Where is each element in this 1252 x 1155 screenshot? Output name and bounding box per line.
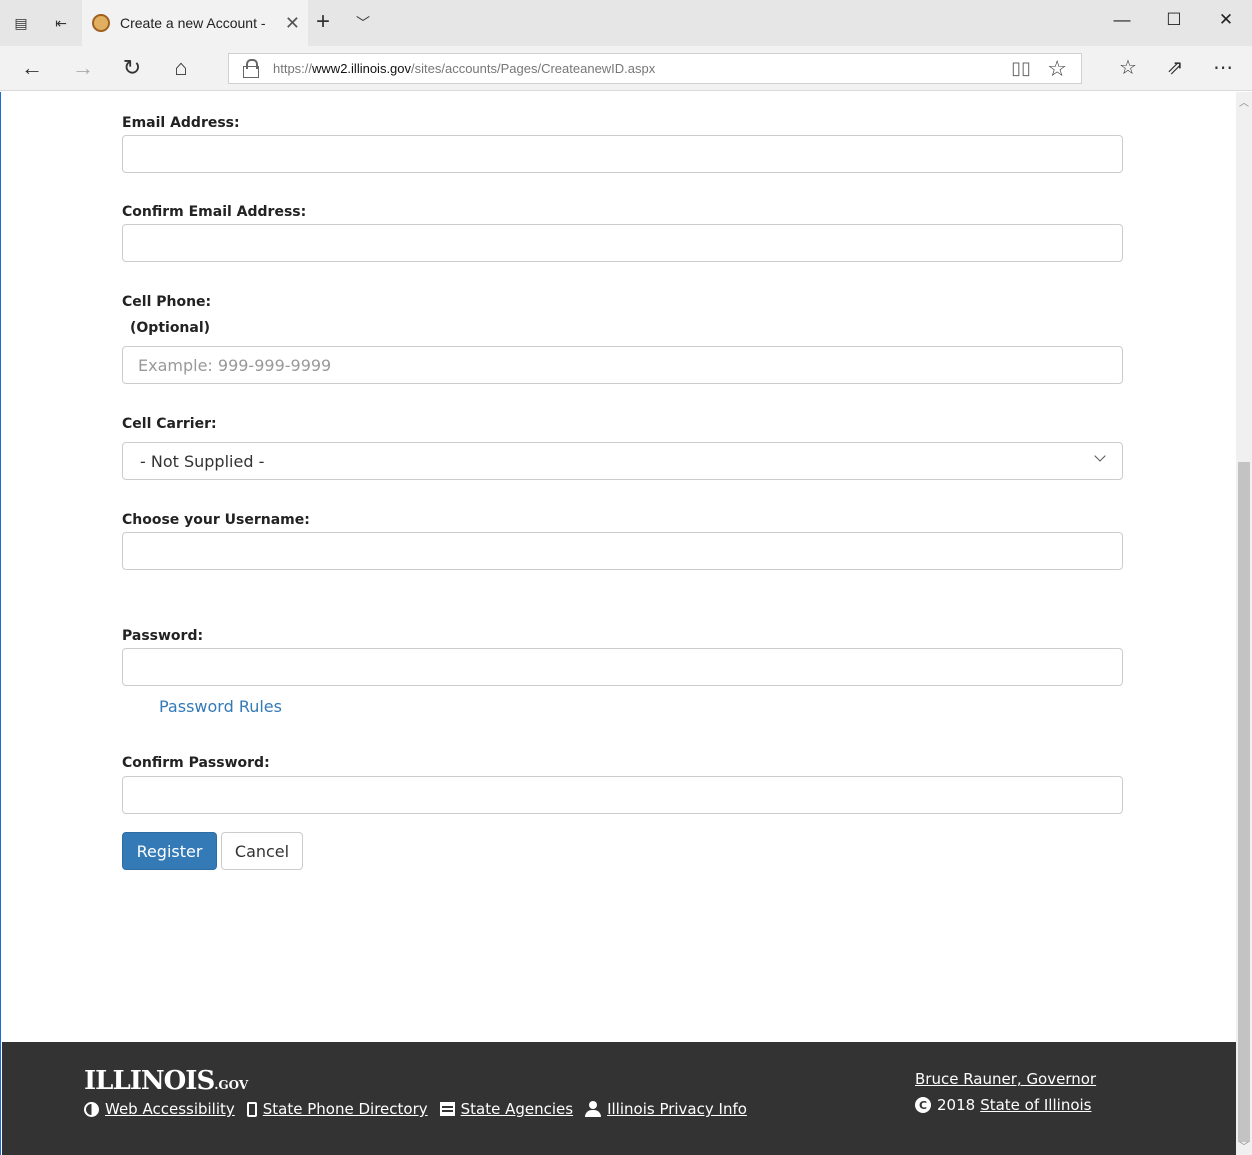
illinois-gov-logo[interactable]: ILLINOIS.GOV	[84, 1066, 248, 1096]
footer-right: Bruce Rauner, Governor C 2018 State of I…	[915, 1070, 1096, 1114]
set-aside-tabs-icon[interactable]: ⇤	[50, 12, 72, 34]
illinois-seal-favicon-icon	[92, 14, 110, 32]
close-window-icon[interactable]: ✕	[1206, 10, 1246, 30]
scrollbar-thumb[interactable]	[1238, 462, 1250, 1142]
page-scrollbar[interactable]: ︿ ﹀	[1236, 92, 1252, 1155]
reading-view-icon[interactable]: ▯▯	[1011, 58, 1031, 79]
favorite-star-icon[interactable]: ☆	[1047, 56, 1067, 82]
copyright-year: 2018	[937, 1096, 976, 1114]
cell-phone-input[interactable]	[122, 346, 1123, 384]
share-icon[interactable]: ⇗	[1160, 55, 1190, 80]
scroll-up-icon[interactable]: ︿	[1239, 94, 1249, 109]
confirm-email-label: Confirm Email Address:	[122, 204, 307, 220]
home-icon[interactable]: ⌂	[166, 55, 196, 81]
state-of-illinois-link[interactable]: State of Illinois	[980, 1096, 1091, 1114]
site-footer: ILLINOIS.GOV Web Accessibility State Pho…	[2, 1042, 1237, 1155]
password-label: Password:	[122, 628, 204, 644]
maximize-icon[interactable]: ☐	[1154, 10, 1194, 30]
confirm-email-input[interactable]	[122, 224, 1123, 262]
close-tab-icon[interactable]: ✕	[285, 13, 300, 34]
footer-links: Web Accessibility State Phone Directory …	[84, 1100, 759, 1118]
contrast-icon	[84, 1101, 99, 1117]
page-viewport: Email Address: Confirm Email Address: Ce…	[0, 92, 1237, 1155]
address-bar[interactable]: https://www2.illinois.gov/sites/accounts…	[228, 53, 1082, 84]
username-label: Choose your Username:	[122, 512, 310, 528]
state-phone-directory-link[interactable]: State Phone Directory	[246, 1100, 428, 1118]
cancel-button[interactable]: Cancel	[221, 832, 303, 870]
privacy-info-link[interactable]: Illinois Privacy Info	[585, 1100, 747, 1118]
confirm-password-input[interactable]	[122, 776, 1123, 814]
refresh-icon[interactable]: ↻	[117, 55, 147, 81]
lock-icon	[243, 59, 259, 78]
cell-carrier-select[interactable]: - Not Supplied -	[122, 442, 1123, 480]
url-text: https://www2.illinois.gov/sites/accounts…	[273, 61, 656, 76]
phone-icon	[246, 1101, 257, 1117]
cell-phone-optional-label: (Optional)	[130, 320, 211, 336]
favorites-hub-icon[interactable]: ☆	[1113, 55, 1143, 80]
cell-carrier-label: Cell Carrier:	[122, 416, 217, 432]
browser-toolbar: ← → ↻ ⌂ https://www2.illinois.gov/sites/…	[0, 46, 1252, 91]
web-accessibility-link[interactable]: Web Accessibility	[84, 1100, 235, 1118]
list-icon	[439, 1102, 455, 1116]
forward-icon[interactable]: →	[68, 55, 98, 81]
cell-phone-label: Cell Phone:	[122, 294, 212, 310]
browser-tab[interactable]: Create a new Account - ✕	[82, 0, 308, 46]
user-icon	[585, 1101, 602, 1117]
email-label: Email Address:	[122, 115, 240, 131]
copyright: C 2018 State of Illinois	[915, 1096, 1096, 1114]
email-input[interactable]	[122, 135, 1123, 173]
new-tab-icon[interactable]: +	[316, 8, 330, 36]
username-input[interactable]	[122, 532, 1123, 570]
register-button[interactable]: Register	[122, 832, 217, 870]
copyright-icon: C	[915, 1097, 931, 1113]
tab-list-chevron-icon[interactable]: ﹀	[356, 13, 370, 33]
browser-titlebar: ▤ ⇤ Create a new Account - ✕ + ﹀ — ☐ ✕	[0, 0, 1252, 46]
chevron-down-icon	[1094, 452, 1106, 464]
password-input[interactable]	[122, 648, 1123, 686]
scroll-down-icon[interactable]: ﹀	[1239, 1138, 1249, 1153]
confirm-password-label: Confirm Password:	[122, 755, 270, 771]
state-agencies-link[interactable]: State Agencies	[439, 1100, 573, 1118]
password-rules-link[interactable]: Password Rules	[159, 697, 282, 716]
minimize-icon[interactable]: —	[1102, 10, 1142, 30]
more-menu-icon[interactable]: ⋯	[1208, 55, 1238, 80]
governor-link[interactable]: Bruce Rauner, Governor	[915, 1070, 1096, 1088]
back-icon[interactable]: ←	[17, 55, 47, 81]
cell-carrier-selected: - Not Supplied -	[140, 451, 265, 471]
tab-title: Create a new Account -	[120, 15, 266, 31]
tab-preview-icon[interactable]: ▤	[10, 12, 32, 34]
